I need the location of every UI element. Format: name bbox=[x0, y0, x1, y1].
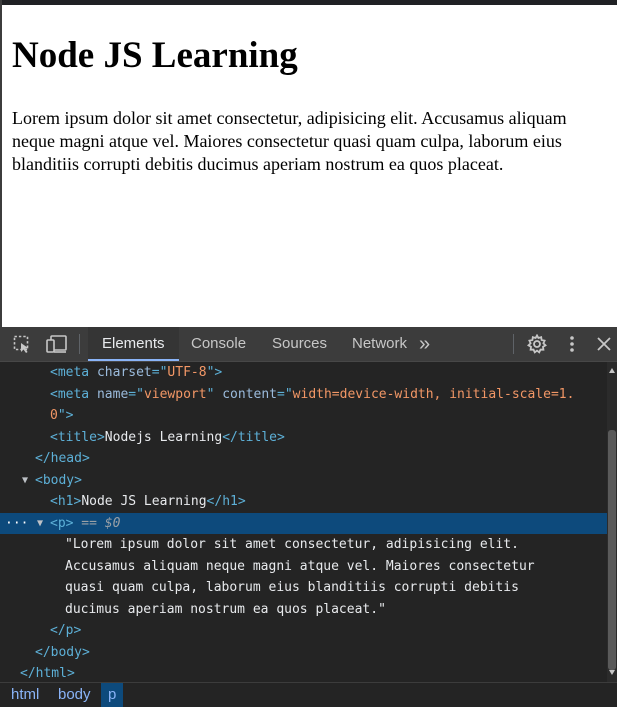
toolbar-separator bbox=[79, 334, 80, 354]
breadcrumb-html[interactable]: html bbox=[4, 683, 46, 707]
elements-dom-tree: <meta charset="UTF-8"> <meta name="viewp… bbox=[0, 362, 607, 682]
dom-text-node[interactable]: quasi quam culpa, laborum eius blanditii… bbox=[0, 577, 607, 599]
settings-gear-icon[interactable] bbox=[526, 333, 548, 355]
tab-console[interactable]: Console bbox=[177, 327, 260, 361]
dom-text-node[interactable]: Accusamus aliquam neque magni atque vel.… bbox=[0, 556, 607, 578]
scroll-up-arrow-icon[interactable] bbox=[609, 368, 615, 373]
dom-node-body-close[interactable]: </body> bbox=[0, 642, 607, 664]
close-icon[interactable] bbox=[593, 333, 615, 355]
dom-node-body[interactable]: ▼ <body> bbox=[0, 470, 607, 492]
tab-sources[interactable]: Sources bbox=[258, 327, 341, 361]
node-actions-ellipsis-icon[interactable]: ··· bbox=[5, 513, 28, 535]
viewport-left-edge bbox=[0, 0, 2, 327]
page-heading: Node JS Learning bbox=[12, 35, 298, 76]
toolbar-separator bbox=[513, 334, 514, 354]
tab-elements[interactable]: Elements bbox=[88, 327, 179, 361]
dom-node-html-close[interactable]: </html> bbox=[0, 663, 607, 682]
dom-node-h1[interactable]: <h1>Node JS Learning</h1> bbox=[0, 491, 607, 513]
dom-tree-scrollbar[interactable] bbox=[607, 362, 617, 682]
devtools-toolbar: Elements Console Sources Network » bbox=[0, 327, 617, 362]
dom-text-node[interactable]: "Lorem ipsum dolor sit amet consectetur,… bbox=[0, 534, 607, 556]
dom-node-p-selected[interactable]: ··· ▼ <p> == $0 bbox=[0, 512, 607, 535]
tab-network[interactable]: Network bbox=[338, 327, 421, 361]
dom-node-head-close[interactable]: </head> bbox=[0, 448, 607, 470]
more-tabs-chevron-icon[interactable]: » bbox=[413, 327, 436, 361]
dom-node-meta-charset[interactable]: <meta charset="UTF-8"> bbox=[0, 362, 607, 384]
breadcrumb-p[interactable]: p bbox=[101, 683, 124, 707]
inspect-element-icon[interactable] bbox=[11, 333, 33, 355]
dom-node-p-close[interactable]: </p> bbox=[0, 620, 607, 642]
dom-text-node[interactable]: ducimus aperiam nostrum ea quos placeat.… bbox=[0, 599, 607, 621]
scroll-down-arrow-icon[interactable] bbox=[609, 670, 615, 675]
expand-triangle-icon[interactable]: ▼ bbox=[37, 513, 43, 535]
more-options-icon[interactable] bbox=[561, 333, 583, 355]
page-paragraph: Lorem ipsum dolor sit amet consectetur, … bbox=[12, 108, 567, 174]
page-viewport: Node JS Learning Lorem ipsum dolor sit a… bbox=[0, 5, 617, 327]
breadcrumb-body[interactable]: body bbox=[51, 683, 98, 707]
dom-node-meta-viewport[interactable]: <meta name="viewport" content="width=dev… bbox=[0, 384, 607, 406]
device-toolbar-icon[interactable] bbox=[46, 333, 68, 355]
dom-node-meta-viewport-wrap[interactable]: 0"> bbox=[0, 405, 607, 427]
expand-triangle-icon[interactable]: ▼ bbox=[22, 470, 28, 492]
dom-node-title[interactable]: <title>Nodejs Learning</title> bbox=[0, 427, 607, 449]
breadcrumb: html body p bbox=[0, 682, 617, 707]
devtools-panel: Elements Console Sources Network » <meta… bbox=[0, 327, 617, 707]
scrollbar-thumb[interactable] bbox=[608, 430, 616, 670]
